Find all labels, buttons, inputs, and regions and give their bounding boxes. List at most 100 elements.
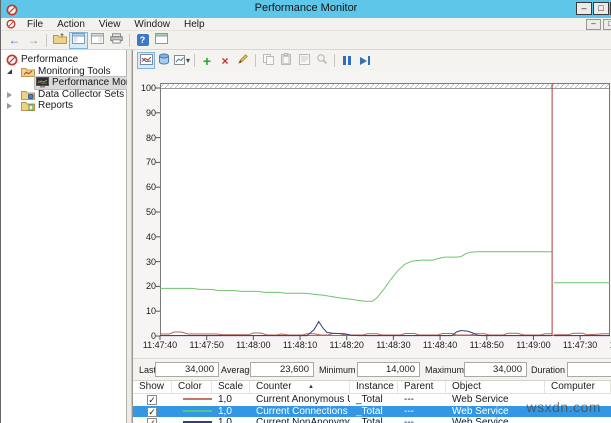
console-tree: PerformanceMonitoring ToolsPerformance M…: [1, 50, 127, 423]
show-window-button[interactable]: [152, 32, 171, 49]
performance-graph[interactable]: [160, 83, 610, 336]
folder-up-icon: [53, 31, 67, 49]
tree-item-monitoring-tools[interactable]: Monitoring Tools: [1, 66, 126, 78]
forward-button[interactable]: →: [24, 32, 43, 49]
toolbar-separator: [46, 34, 47, 47]
copy-properties-button[interactable]: [259, 52, 277, 69]
tree-item-inner: Monitoring Tools: [20, 66, 114, 78]
add-icon: +: [203, 54, 211, 68]
parent-cell: ---: [398, 394, 446, 406]
stat-label-duration: Duration: [531, 365, 565, 375]
tree-item-performance[interactable]: Performance: [1, 54, 126, 66]
show-checkbox[interactable]: ✓: [147, 395, 157, 405]
tree-item-reports[interactable]: Reports: [1, 100, 126, 112]
export-list-button[interactable]: [107, 32, 126, 49]
show-cell: ✓: [133, 406, 172, 418]
column-header-color[interactable]: Color: [172, 381, 212, 393]
scale-cell: 1,0: [212, 394, 250, 406]
y-axis-label: 60: [134, 182, 156, 192]
stat-label-minimum: Minimum: [319, 365, 356, 375]
change-graph-type-button[interactable]: ▾: [173, 52, 191, 69]
menu-items: FileActionViewWindowHelp: [20, 18, 212, 31]
help-button[interactable]: ?: [133, 32, 152, 49]
y-axis-label: 80: [134, 133, 156, 143]
x-axis-label: 11:48:20: [325, 340, 369, 350]
stat-value-minimum: 14,000: [357, 362, 420, 377]
action-pane-button[interactable]: [88, 32, 107, 49]
tree-item-data-collector-sets[interactable]: Data Collector Sets: [1, 89, 126, 101]
graph-type-icon: [174, 52, 185, 70]
maximize-button[interactable]: □: [593, 2, 609, 15]
show-checkbox[interactable]: ✓: [147, 407, 157, 417]
stat-value-duration: [567, 362, 611, 377]
folder-data-icon: [21, 89, 35, 100]
collapse-arrow-icon[interactable]: [7, 69, 12, 74]
perfmon-icon: [6, 54, 18, 66]
view-current-activity-button[interactable]: [137, 52, 155, 69]
x-axis-label: 11:49:00: [511, 340, 555, 350]
up-one-level-button[interactable]: [50, 32, 69, 49]
clipboard-icon: [281, 52, 291, 70]
column-header-instance[interactable]: Instance: [350, 381, 398, 393]
y-axis-label: 10: [134, 306, 156, 316]
stat-label-maximum: Maximum: [425, 365, 464, 375]
add-counter-button[interactable]: +: [198, 52, 216, 69]
column-header-label: Scale: [218, 381, 243, 392]
color-swatch: [183, 410, 212, 412]
highlight-button[interactable]: [234, 52, 252, 69]
y-axis-label: 50: [134, 207, 156, 217]
counter-cell: Current NonAnonymous ...: [250, 417, 350, 423]
show-checkbox[interactable]: ✓: [147, 418, 157, 423]
y-axis-label: 100: [134, 83, 156, 93]
play-bar-icon: [368, 56, 370, 65]
color-cell: [172, 406, 212, 418]
tree-item-label: Data Collector Sets: [38, 89, 124, 100]
column-header-object[interactable]: Object: [446, 381, 545, 393]
delete-counter-button[interactable]: ×: [216, 52, 234, 69]
tree-item-label: Monitoring Tools: [38, 66, 111, 77]
column-header-parent[interactable]: Parent: [398, 381, 446, 393]
console-tree-toggle-button[interactable]: [69, 32, 88, 49]
tree-item-performance-monitor[interactable]: Performance Monitor: [1, 77, 126, 89]
update-data-button[interactable]: [356, 52, 374, 69]
toolbar-separator: [334, 54, 335, 67]
paste-counter-list-button[interactable]: [277, 52, 295, 69]
x-axis-label: 11:47:40: [605, 340, 611, 350]
chevron-down-icon: ▾: [186, 56, 190, 65]
counter-cell: Current Anonymous Users: [250, 394, 350, 406]
child-restore-button[interactable]: □: [603, 19, 611, 30]
back-button[interactable]: ←: [5, 32, 24, 49]
tree-item-inner: Reports: [20, 100, 76, 112]
menu-item-file[interactable]: File: [20, 18, 50, 31]
view-log-data-button[interactable]: [155, 52, 173, 69]
forward-arrow-icon: →: [28, 33, 40, 47]
properties-button[interactable]: [295, 52, 313, 69]
menu-item-view[interactable]: View: [92, 18, 128, 31]
instance-cell: _Total: [350, 394, 398, 406]
y-axis-label: 70: [134, 157, 156, 167]
x-axis-label: 11:48:50: [465, 340, 509, 350]
freeze-display-button[interactable]: [338, 52, 356, 69]
column-header-label: Object: [452, 381, 481, 392]
instance-cell: _Total: [350, 417, 398, 423]
play-icon: [360, 57, 367, 65]
watermark-text: wsxdn.com: [526, 399, 601, 415]
menu-item-action[interactable]: Action: [50, 18, 92, 31]
expand-arrow-icon[interactable]: [7, 103, 12, 109]
zoom-button[interactable]: [313, 52, 331, 69]
child-minimize-button[interactable]: –: [586, 19, 601, 30]
folder-chart-icon: [21, 66, 35, 77]
column-header-counter[interactable]: Counter▲: [250, 381, 350, 393]
properties-icon: [299, 52, 310, 70]
printer-icon: [110, 31, 123, 49]
expand-arrow-icon[interactable]: [7, 92, 12, 98]
minimize-button[interactable]: –: [576, 2, 592, 15]
parent-cell: ---: [398, 406, 446, 418]
menu-item-help[interactable]: Help: [177, 18, 212, 31]
column-header-show[interactable]: Show: [133, 381, 172, 393]
column-header-scale[interactable]: Scale: [212, 381, 250, 393]
graph-toolbar: ▾ + ×: [133, 50, 611, 71]
column-header-computer[interactable]: Computer: [545, 381, 611, 393]
menu-item-window[interactable]: Window: [127, 18, 177, 31]
counter-row-current-nonanonymous[interactable]: ✓1,0Current NonAnonymous ..._Total---Web…: [133, 417, 611, 423]
